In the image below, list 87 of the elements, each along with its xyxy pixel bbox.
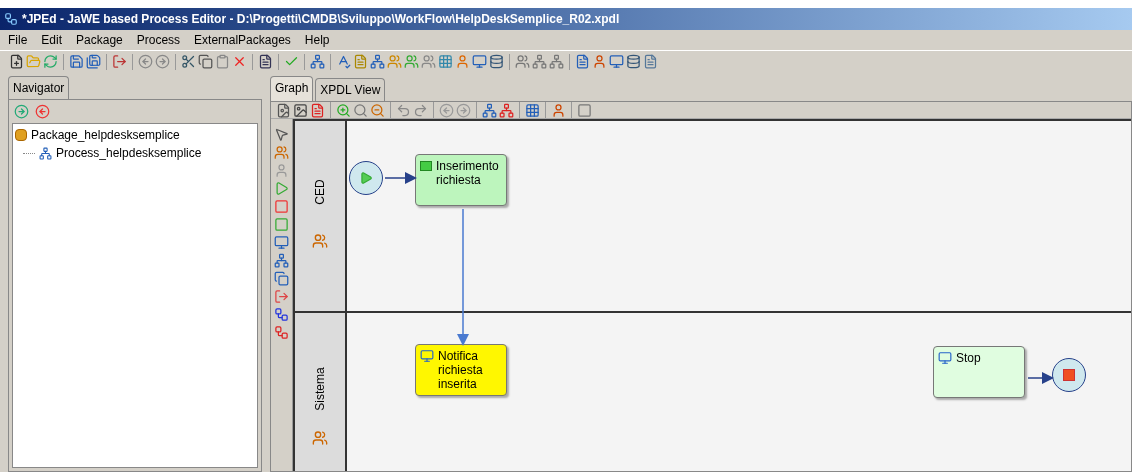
- zoom-out-icon[interactable]: [370, 102, 385, 118]
- activity-node[interactable]: Notifica richiesta inserita: [415, 344, 507, 396]
- activity-label: Inserimento richiesta: [436, 159, 500, 187]
- process-icon[interactable]: [499, 102, 514, 118]
- users-icon: [312, 233, 328, 249]
- copy-icon[interactable]: [198, 54, 213, 69]
- zoom-icon[interactable]: [353, 102, 368, 118]
- collapse-icon[interactable]: [35, 104, 50, 119]
- back-icon[interactable]: [439, 102, 454, 118]
- lane-name: Sistema: [312, 367, 328, 411]
- delete-icon[interactable]: [232, 54, 247, 69]
- pointer-icon[interactable]: [274, 127, 289, 142]
- square-icon: [1063, 369, 1075, 381]
- new-file-icon[interactable]: [9, 54, 24, 69]
- block-icon[interactable]: [274, 271, 289, 286]
- computer-icon[interactable]: [609, 54, 624, 69]
- redo-icon[interactable]: [413, 102, 428, 118]
- process-icon[interactable]: [274, 253, 289, 268]
- image-export-icon[interactable]: [276, 102, 291, 118]
- users-icon[interactable]: [387, 54, 402, 69]
- play-icon: [359, 171, 373, 185]
- menu-item[interactable]: Help: [304, 31, 330, 49]
- computer-icon[interactable]: [472, 54, 487, 69]
- database-icon[interactable]: [626, 54, 641, 69]
- grid-icon[interactable]: [525, 102, 540, 118]
- activity-label: Stop: [956, 351, 981, 365]
- cut-icon[interactable]: [181, 54, 196, 69]
- square-icon[interactable]: [577, 102, 592, 118]
- save-icon[interactable]: [69, 54, 84, 69]
- computer-icon: [420, 349, 434, 363]
- paste-icon[interactable]: [215, 54, 230, 69]
- database-icon[interactable]: [489, 54, 504, 69]
- computer-icon: [938, 351, 952, 365]
- process-icon[interactable]: [482, 102, 497, 118]
- rectangle-icon: [420, 161, 432, 171]
- spell-check-icon[interactable]: [336, 54, 351, 69]
- computer-icon[interactable]: [274, 235, 289, 250]
- undo-icon[interactable]: [396, 102, 411, 118]
- editor-tab[interactable]: XPDL View: [315, 78, 386, 101]
- tree-item[interactable]: Package_helpdesksemplice: [31, 126, 180, 144]
- save-all-icon[interactable]: [86, 54, 101, 69]
- app-icon: [4, 12, 18, 26]
- play-icon[interactable]: [274, 181, 289, 196]
- document-icon[interactable]: [258, 54, 273, 69]
- menu-item[interactable]: Process: [136, 31, 181, 49]
- user-icon[interactable]: [592, 54, 607, 69]
- users-icon[interactable]: [421, 54, 436, 69]
- activity-node[interactable]: Inserimento richiesta: [415, 154, 507, 206]
- activity-label: Notifica richiesta inserita: [438, 349, 484, 391]
- grid-icon[interactable]: [438, 54, 453, 69]
- lane-name: CED: [312, 179, 328, 205]
- user-icon[interactable]: [455, 54, 470, 69]
- menu-item[interactable]: Package: [76, 31, 123, 49]
- editor-tab[interactable]: Graph: [270, 76, 314, 101]
- user-icon[interactable]: [274, 163, 289, 178]
- navigator-tab[interactable]: Navigator: [8, 76, 70, 99]
- forward-icon[interactable]: [456, 102, 471, 118]
- activity-node[interactable]: Stop: [933, 346, 1025, 398]
- users-icon[interactable]: [515, 54, 530, 69]
- stop-icon[interactable]: [274, 199, 289, 214]
- window-title: *JPEd - JaWE based Process Editor - D:\Progetti\CMDB\Sviluppo\WorkFlow\HelpDeskSemplice_R02.xpdl: [22, 11, 620, 28]
- users-icon[interactable]: [274, 145, 289, 160]
- image-export-icon[interactable]: [293, 102, 308, 118]
- process-icon: [39, 146, 52, 160]
- rectangle-icon[interactable]: [274, 217, 289, 232]
- connector-icon[interactable]: [274, 325, 289, 340]
- forward-icon[interactable]: [155, 54, 170, 69]
- users-icon[interactable]: [404, 54, 419, 69]
- exit-icon[interactable]: [112, 54, 127, 69]
- menu-item[interactable]: ExternalPackages: [194, 31, 291, 49]
- process-icon[interactable]: [310, 54, 325, 69]
- tree-item[interactable]: Process_helpdesksemplice: [56, 144, 202, 162]
- users-icon: [312, 430, 328, 446]
- package-icon: [15, 129, 27, 141]
- refresh-icon[interactable]: [43, 54, 58, 69]
- connector-icon[interactable]: [274, 307, 289, 322]
- document-icon[interactable]: [575, 54, 590, 69]
- zoom-in-icon[interactable]: [336, 102, 351, 118]
- menu-item[interactable]: Edit: [41, 31, 63, 49]
- transition-arrow: [384, 172, 417, 184]
- menu-item[interactable]: File: [8, 31, 28, 49]
- process-icon[interactable]: [549, 54, 564, 69]
- back-icon[interactable]: [138, 54, 153, 69]
- process-icon[interactable]: [370, 54, 385, 69]
- user-icon[interactable]: [551, 102, 566, 118]
- process-icon[interactable]: [532, 54, 547, 69]
- expand-icon[interactable]: [14, 104, 29, 119]
